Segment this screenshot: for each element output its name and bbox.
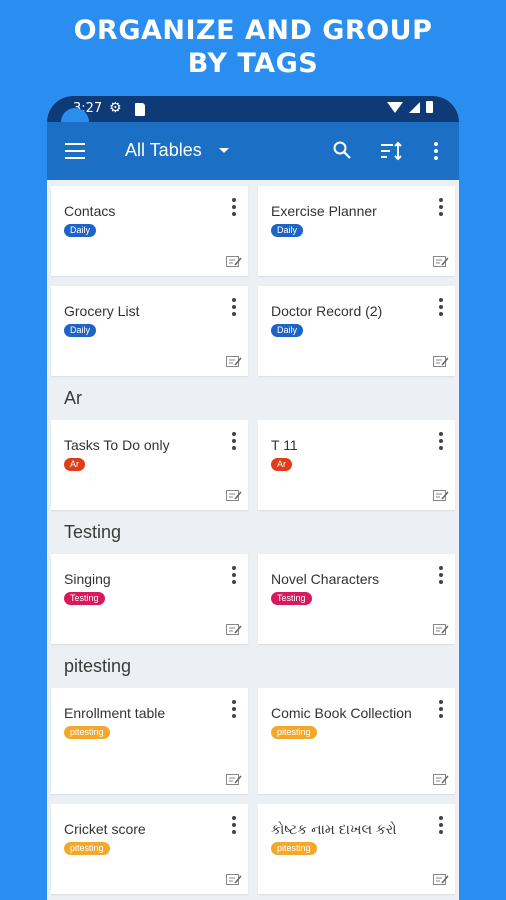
table-name: Exercise Planner xyxy=(271,203,377,219)
tag-badge: Daily xyxy=(64,324,97,337)
table-card[interactable]: Enrollment table pitesting xyxy=(51,688,248,794)
tag-badge: Daily xyxy=(271,324,304,337)
status-indicators xyxy=(387,101,433,113)
table-name: કોષ્ટક નામ દાખલ કરો xyxy=(271,821,397,837)
table-card[interactable]: Comic Book Collection pitesting xyxy=(258,688,455,794)
table-card[interactable]: Singing Testing xyxy=(51,554,248,644)
card-more-icon[interactable] xyxy=(439,566,443,584)
table-card[interactable]: T 11 Ar xyxy=(258,420,455,510)
card-more-icon[interactable] xyxy=(439,198,443,216)
sort-icon[interactable] xyxy=(380,141,402,161)
table-name: T 11 xyxy=(271,437,298,453)
tag-badge: pitesting xyxy=(64,842,110,855)
phone-screen: 3:27 ⚙ All Tables Contacs Daily Exercise… xyxy=(47,96,459,900)
table-card[interactable]: Contacs Daily xyxy=(51,186,248,276)
tag-badge: pitesting xyxy=(271,842,317,855)
table-name: Contacs xyxy=(64,203,116,219)
table-card[interactable]: કોષ્ટક નામ દાખલ કરો pitesting xyxy=(258,804,455,894)
signal-icon xyxy=(409,101,420,113)
table-card[interactable]: Grocery List Daily xyxy=(51,286,248,376)
more-vert-icon[interactable] xyxy=(428,141,444,161)
headline-line-1: ORGANIZE AND GROUP xyxy=(73,15,433,46)
card-more-icon[interactable] xyxy=(232,566,236,584)
card-more-icon[interactable] xyxy=(439,816,443,834)
chevron-down-icon[interactable] xyxy=(219,148,229,153)
table-group-daily: Contacs Daily Exercise Planner Daily Groce… xyxy=(51,180,455,376)
edit-note-icon[interactable] xyxy=(433,489,449,502)
tag-badge: pitesting xyxy=(64,726,110,739)
tag-badge: Testing xyxy=(271,592,312,605)
table-card[interactable]: Exercise Planner Daily xyxy=(258,186,455,276)
table-card[interactable]: Cricket score pitesting xyxy=(51,804,248,894)
card-more-icon[interactable] xyxy=(439,700,443,718)
settings-status-icon: ⚙ xyxy=(109,99,122,115)
table-name: Singing xyxy=(64,571,111,587)
table-name: Tasks To Do only xyxy=(64,437,170,453)
edit-note-icon[interactable] xyxy=(433,873,449,886)
edit-note-icon[interactable] xyxy=(226,623,242,636)
tag-badge: Ar xyxy=(271,458,292,471)
table-name: Doctor Record (2) xyxy=(271,303,383,319)
tag-badge: Daily xyxy=(271,224,304,237)
edit-note-icon[interactable] xyxy=(433,355,449,368)
table-group-testing: Singing Testing Novel Characters Testing xyxy=(51,554,455,644)
hamburger-menu-icon[interactable] xyxy=(65,143,85,159)
table-name: Comic Book Collection xyxy=(271,705,412,721)
edit-note-icon[interactable] xyxy=(226,773,242,786)
table-group-pitesting: Enrollment table pitesting Comic Book Col… xyxy=(51,688,455,894)
edit-note-icon[interactable] xyxy=(433,773,449,786)
status-bar: 3:27 ⚙ xyxy=(47,96,459,136)
group-header-testing: Testing xyxy=(64,522,122,542)
tag-badge: pitesting xyxy=(271,726,317,739)
card-more-icon[interactable] xyxy=(232,432,236,450)
group-header-ar: Ar xyxy=(64,388,82,408)
app-bar: All Tables xyxy=(47,122,459,180)
search-icon[interactable] xyxy=(333,141,351,159)
promo-headline: ORGANIZE AND GROUP BY TAGS xyxy=(0,14,506,80)
tag-badge: Testing xyxy=(64,592,105,605)
wifi-icon xyxy=(387,101,403,113)
table-name: Grocery List xyxy=(64,303,140,319)
tables-list: Contacs Daily Exercise Planner Daily Groce… xyxy=(47,180,459,894)
edit-note-icon[interactable] xyxy=(433,255,449,268)
edit-note-icon[interactable] xyxy=(226,255,242,268)
sd-card-icon xyxy=(135,103,145,116)
table-card[interactable]: Doctor Record (2) Daily xyxy=(258,286,455,376)
tag-badge: Daily xyxy=(64,224,97,237)
card-more-icon[interactable] xyxy=(439,298,443,316)
table-name: Cricket score xyxy=(64,821,146,837)
card-more-icon[interactable] xyxy=(232,298,236,316)
headline-line-2: BY TAGS xyxy=(187,48,319,79)
table-card[interactable]: Novel Characters Testing xyxy=(258,554,455,644)
tag-badge: Ar xyxy=(64,458,85,471)
edit-note-icon[interactable] xyxy=(433,623,449,636)
edit-note-icon[interactable] xyxy=(226,355,242,368)
edit-note-icon[interactable] xyxy=(226,873,242,886)
table-filter-dropdown[interactable]: All Tables xyxy=(125,140,202,161)
edit-note-icon[interactable] xyxy=(226,489,242,502)
table-name: Enrollment table xyxy=(64,705,166,721)
table-card[interactable]: Tasks To Do only Ar xyxy=(51,420,248,510)
card-more-icon[interactable] xyxy=(232,816,236,834)
card-more-icon[interactable] xyxy=(232,700,236,718)
group-header-pitesting: pitesting xyxy=(64,656,132,676)
table-group-ar: Tasks To Do only Ar T 11 Ar xyxy=(51,420,455,510)
battery-icon xyxy=(426,101,433,113)
card-more-icon[interactable] xyxy=(232,198,236,216)
table-name: Novel Characters xyxy=(271,571,380,587)
card-more-icon[interactable] xyxy=(439,432,443,450)
